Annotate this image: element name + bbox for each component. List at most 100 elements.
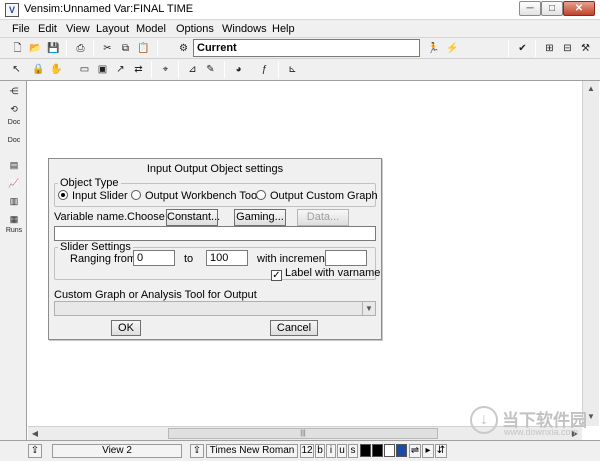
- table-icon[interactable]: ▦: [5, 211, 23, 227]
- toolbar-separator: [278, 61, 279, 78]
- document-icon[interactable]: Doc: [5, 119, 23, 135]
- menu-layout[interactable]: Layout: [96, 23, 129, 35]
- pointer-icon[interactable]: ↖: [8, 61, 25, 78]
- shadow-variable-icon[interactable]: ⌖: [157, 61, 174, 78]
- menu-bar: File Edit View Layout Model Options Wind…: [0, 20, 600, 38]
- set-dataset-icon[interactable]: ⚙: [175, 40, 192, 57]
- equations-icon[interactable]: ƒ: [256, 61, 273, 78]
- save-icon[interactable]: 💾: [45, 40, 62, 57]
- rate-tool-icon[interactable]: ⇄: [130, 61, 147, 78]
- close-button[interactable]: ✕: [563, 1, 595, 16]
- document-all-icon[interactable]: Doc: [5, 137, 23, 153]
- arrow-tool-icon[interactable]: ↗: [112, 61, 129, 78]
- scroll-left-icon[interactable]: ◀: [28, 427, 42, 440]
- menu-windows[interactable]: Windows: [222, 23, 267, 35]
- causes-tree-icon[interactable]: ⋲: [5, 83, 23, 99]
- checkbox-box[interactable]: ✓: [271, 270, 282, 281]
- menu-options[interactable]: Options: [176, 23, 214, 35]
- minimize-button[interactable]: ─: [519, 1, 541, 16]
- checkbox-label: Label with varname: [285, 267, 381, 279]
- range-to-field[interactable]: 100: [206, 250, 248, 266]
- input-slider-radio[interactable]: Input Slider: [58, 190, 128, 202]
- font-lock-icon[interactable]: ⇪: [190, 444, 204, 458]
- line-style-icon[interactable]: ⇌: [409, 444, 421, 458]
- vertical-scrollbar[interactable]: ▲ ▼: [582, 81, 599, 426]
- variable-tool-icon[interactable]: ▭: [76, 61, 93, 78]
- output-custom-graph-radio[interactable]: Output Custom Graph: [256, 190, 378, 202]
- data-button[interactable]: Data...: [297, 209, 349, 226]
- paste-icon[interactable]: 📋: [135, 40, 152, 57]
- cancel-button[interactable]: Cancel: [270, 320, 318, 336]
- radio-dot[interactable]: [131, 190, 141, 200]
- chevron-down-icon[interactable]: ▼: [362, 302, 375, 315]
- shape-style-icon[interactable]: ▸: [422, 444, 434, 458]
- underline-button[interactable]: u: [337, 444, 347, 458]
- menu-help[interactable]: Help: [272, 23, 295, 35]
- copy-icon[interactable]: ⧉: [117, 40, 134, 57]
- radio-dot[interactable]: [58, 190, 68, 200]
- view-selector[interactable]: View 2: [52, 444, 182, 458]
- arrowhead-style-icon[interactable]: ⇵: [435, 444, 447, 458]
- variable-name-label: Variable name.: [54, 211, 128, 223]
- toolbar-separator: [151, 61, 152, 78]
- tools-icon[interactable]: ⚒: [577, 40, 594, 57]
- open-folder-icon[interactable]: 📂: [27, 40, 44, 57]
- border-color-swatch[interactable]: [372, 444, 383, 457]
- font-size-selector[interactable]: 12: [300, 444, 314, 458]
- increment-field[interactable]: [325, 250, 367, 266]
- table-time-icon[interactable]: ▥: [5, 193, 23, 209]
- hand-icon[interactable]: ✋: [48, 61, 65, 78]
- page-icon[interactable]: ⇪: [28, 444, 42, 458]
- bold-button[interactable]: b: [315, 444, 325, 458]
- network-icon[interactable]: ⊞: [541, 40, 558, 57]
- comment-icon[interactable]: ✎: [202, 61, 219, 78]
- menu-file[interactable]: File: [12, 23, 30, 35]
- site-watermark: ↓ 当下软件园 www.downxia.com: [470, 402, 596, 442]
- custom-graph-dropdown[interactable]: ▼: [54, 301, 376, 316]
- toolbar-separator: [508, 40, 509, 57]
- menu-model[interactable]: Model: [136, 23, 166, 35]
- box-variable-icon[interactable]: ▣: [94, 61, 111, 78]
- vensim-app-icon[interactable]: V: [5, 3, 19, 17]
- loops-icon[interactable]: ⟲: [5, 101, 23, 117]
- variable-name-field[interactable]: [54, 226, 376, 241]
- new-model-icon[interactable]: 🗋: [9, 40, 26, 57]
- graph-icon[interactable]: 📈: [5, 175, 23, 191]
- text-color-swatch[interactable]: [360, 444, 371, 457]
- strikethrough-button[interactable]: s: [348, 444, 358, 458]
- run-name-field[interactable]: Current: [193, 39, 420, 57]
- main-toolbar: 🗋 📂 💾 ⎙ ✂ ⧉ 📋 ⚙ Current 🏃 ⚡ ✔ ⊞ ⊟ ⚒: [0, 38, 600, 59]
- title-bar: V Vensim:Unnamed Var:FINAL TIME ─ □ ✕: [0, 0, 600, 20]
- causes-strip-icon[interactable]: ▤: [5, 157, 23, 173]
- cut-icon[interactable]: ✂: [99, 40, 116, 57]
- lock-icon[interactable]: 🔒: [30, 61, 47, 78]
- italic-button[interactable]: i: [326, 444, 336, 458]
- gaming-button[interactable]: Gaming...: [234, 209, 286, 226]
- font-selector[interactable]: Times New Roman: [206, 444, 298, 458]
- fill-color-swatch[interactable]: [384, 444, 395, 457]
- output-workbench-radio[interactable]: Output Workbench Tool: [131, 190, 260, 202]
- radio-label: Input Slider: [72, 190, 128, 202]
- ok-button[interactable]: OK: [111, 320, 141, 336]
- radio-dot[interactable]: [256, 190, 266, 200]
- menu-edit[interactable]: Edit: [38, 23, 57, 35]
- label-with-varname-checkbox[interactable]: ✓ Label with varname: [271, 267, 380, 281]
- check-model-icon[interactable]: ✔: [514, 40, 531, 57]
- menu-view[interactable]: View: [66, 23, 90, 35]
- watermark-logo-icon: ↓: [470, 406, 498, 434]
- io-object-icon[interactable]: ⊿: [184, 61, 201, 78]
- print-icon[interactable]: ⎙: [72, 40, 89, 57]
- range-from-field[interactable]: 0: [133, 250, 175, 266]
- arrow-color-swatch[interactable]: [396, 444, 407, 457]
- synthesim-icon[interactable]: ⚡: [444, 40, 461, 57]
- compare-icon[interactable]: ⊟: [559, 40, 576, 57]
- constant-button[interactable]: Constant...: [166, 209, 220, 226]
- scroll-thumb[interactable]: |||: [168, 428, 438, 439]
- maximize-button[interactable]: □: [541, 1, 563, 16]
- watermark-url: www.downxia.com: [504, 427, 579, 437]
- simulate-run-icon[interactable]: 🏃: [425, 40, 442, 57]
- reference-mode-icon[interactable]: ⊾: [284, 61, 301, 78]
- runs-compare-icon[interactable]: Runs: [5, 227, 23, 243]
- delete-pacman-icon[interactable]: ◕: [230, 61, 247, 78]
- scroll-up-icon[interactable]: ▲: [583, 81, 599, 97]
